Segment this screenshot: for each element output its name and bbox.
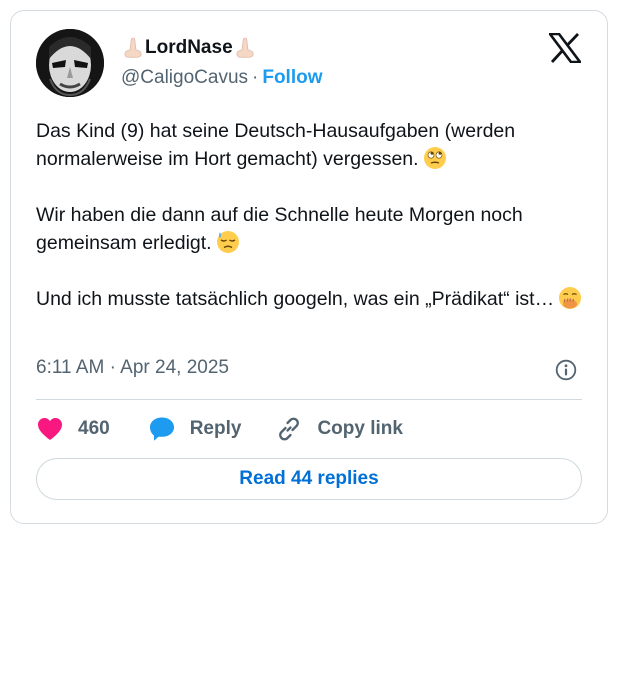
- timestamp-row[interactable]: 6:11 AM · Apr 24, 2025: [36, 357, 229, 379]
- info-icon[interactable]: [555, 359, 577, 381]
- handle-row: @CaligoCavus · Follow: [121, 67, 323, 89]
- author-handle[interactable]: @CaligoCavus: [121, 67, 248, 88]
- face-with-rolling-eyes-icon: [423, 147, 446, 169]
- tweet-paragraph-text: Wir haben die dann auf die Schnelle heut…: [36, 204, 523, 254]
- nose-emoji-icon: [124, 37, 142, 58]
- copy-link-button[interactable]: Copy link: [275, 415, 403, 443]
- tweet-paragraph: Und ich musste tatsächlich googeln, was …: [36, 285, 591, 313]
- copy-link-label: Copy link: [317, 418, 403, 439]
- divider: [36, 399, 582, 400]
- heart-icon: [38, 418, 62, 440]
- tweet-card: ‎ LordNase ‎ @CaligoCavus·Follow Das Kin…: [10, 10, 608, 524]
- avatar[interactable]: [36, 29, 104, 97]
- link-icon: [279, 417, 300, 441]
- timestamp-separator: ·: [109, 357, 116, 378]
- read-replies-button[interactable]: Read 44 replies: [36, 458, 582, 500]
- tweet-date: Apr 24, 2025: [120, 357, 229, 378]
- avatar-image: [36, 29, 104, 97]
- handle-separator: ·: [252, 67, 259, 88]
- tweet-paragraph-text: Und ich musste tatsächlich googeln, was …: [36, 288, 555, 310]
- speech-bubble-icon: [149, 417, 174, 441]
- like-button[interactable]: 460: [36, 415, 110, 443]
- author-name-row[interactable]: ‎ LordNase ‎: [121, 37, 257, 59]
- downcast-face-with-sweat-icon: [216, 231, 239, 253]
- tweet-text: Das Kind (9) hat seine Deutsch-Hausaufga…: [36, 117, 591, 313]
- follow-button[interactable]: Follow: [262, 67, 322, 88]
- x-logo-icon[interactable]: [549, 33, 581, 63]
- tweet-paragraph: Das Kind (9) hat seine Deutsch-Hausaufga…: [36, 117, 591, 173]
- face-with-hand-over-mouth-icon: [559, 287, 582, 309]
- reply-button[interactable]: Reply: [148, 415, 242, 443]
- tweet-time: 6:11 AM: [36, 357, 105, 378]
- author-name: LordNase: [145, 37, 233, 58]
- like-count: 460: [78, 418, 110, 439]
- action-bar: 460 Reply Copy link: [36, 415, 403, 443]
- tweet-paragraph: Wir haben die dann auf die Schnelle heut…: [36, 201, 591, 257]
- reply-label: Reply: [189, 418, 242, 439]
- nose-emoji-icon: [236, 37, 254, 58]
